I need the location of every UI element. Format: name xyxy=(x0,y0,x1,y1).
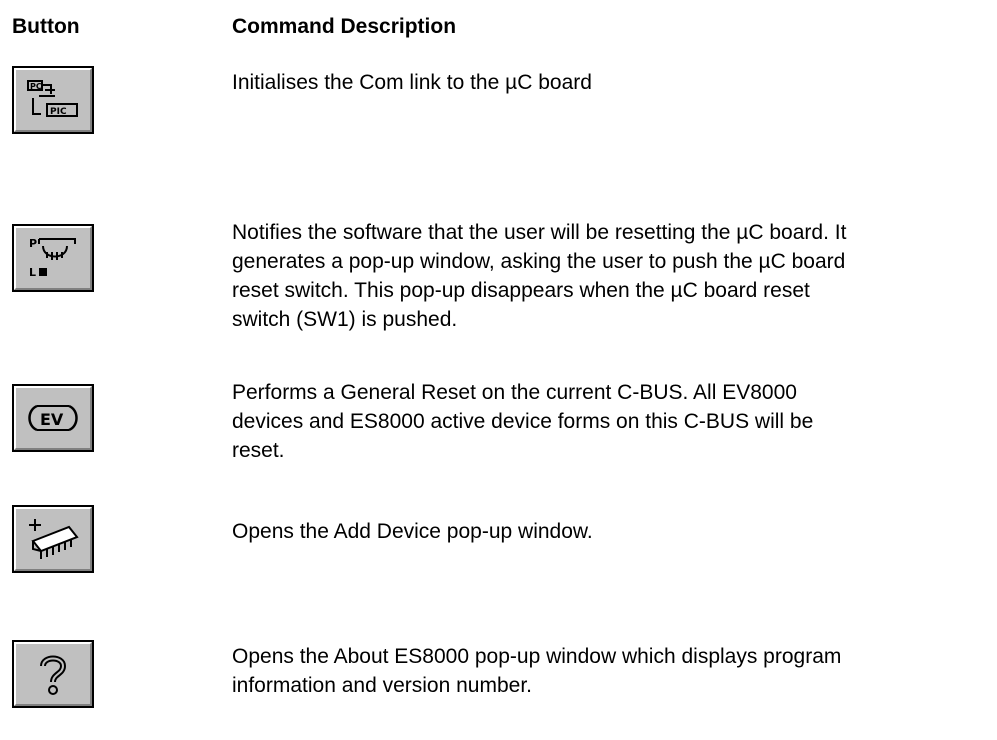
general-reset-button[interactable]: EV xyxy=(12,384,94,452)
pc-pic-link-icon: PC PIC xyxy=(27,80,78,117)
description-column-header: Command Description xyxy=(232,15,457,38)
command-description: Notifies the software that the user will… xyxy=(232,221,847,331)
svg-text:L: L xyxy=(29,266,36,279)
command-description: Initialises the Com link to the µC board xyxy=(232,71,592,94)
reset-hand-icon: P L xyxy=(29,237,76,279)
add-device-chip-icon xyxy=(29,519,79,559)
svg-text:PIC: PIC xyxy=(50,107,67,117)
question-mark-icon xyxy=(40,655,67,695)
command-description: Opens the Add Device pop-up window. xyxy=(232,520,593,543)
svg-text:EV: EV xyxy=(40,410,64,429)
svg-text:P: P xyxy=(29,237,37,250)
reset-notify-button[interactable]: P L xyxy=(12,224,94,292)
ev-general-reset-icon: EV xyxy=(28,404,78,432)
button-column-header: Button xyxy=(12,15,80,38)
svg-text:PC: PC xyxy=(30,82,42,91)
about-button[interactable] xyxy=(12,640,94,708)
command-description: Performs a General Reset on the current … xyxy=(232,381,814,462)
add-device-button[interactable] xyxy=(12,505,94,573)
command-description: Opens the About ES8000 pop-up window whi… xyxy=(232,645,842,697)
com-link-button[interactable]: PC PIC xyxy=(12,66,94,134)
